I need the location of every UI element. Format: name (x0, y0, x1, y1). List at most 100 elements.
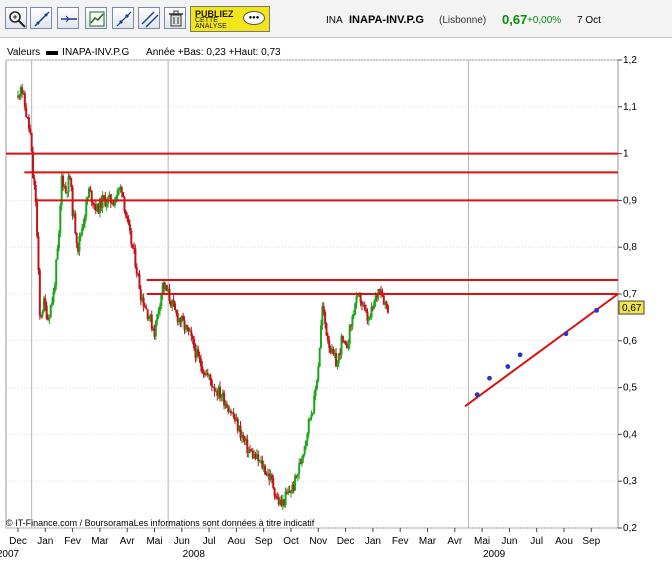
candle-body (273, 488, 276, 497)
candle-body (314, 388, 317, 396)
x-tick-label: Jun (501, 536, 517, 547)
candle-body (37, 236, 40, 271)
candle-body (128, 224, 131, 231)
candle-body (172, 300, 175, 304)
candle-body (290, 492, 292, 494)
candle-body (64, 185, 67, 193)
trendline-touch-point (474, 392, 480, 398)
candle-body (120, 187, 123, 192)
candle-body (33, 178, 36, 186)
candle-body (367, 318, 370, 321)
candle-body (59, 205, 62, 234)
candle-body (370, 306, 373, 318)
candle-body (309, 417, 312, 419)
candle-body (284, 491, 287, 506)
candle-body (363, 304, 366, 310)
x-tick-label: Jun (174, 536, 190, 547)
candle-body (302, 454, 305, 459)
candle-body (45, 305, 48, 319)
candle-body (369, 317, 372, 319)
candle-body (225, 403, 228, 408)
candle-body (62, 175, 65, 188)
candle-body (365, 309, 368, 312)
candle-body (198, 356, 201, 359)
x-tick-label: Jul (530, 536, 543, 547)
x-tick-label: Nov (309, 536, 327, 547)
candle-body (41, 311, 44, 316)
candle-body (298, 463, 301, 474)
trendline-touch-point (594, 307, 599, 313)
candle-body (272, 478, 275, 489)
candle-body (18, 95, 21, 97)
candle-body (55, 259, 58, 286)
candle-body (341, 335, 344, 342)
y-tick-label: 0,4 (623, 429, 637, 440)
candle-body (145, 307, 148, 310)
candle-body (131, 244, 134, 248)
candle-body (111, 202, 114, 205)
candle-body (51, 302, 54, 305)
trendline-touch-point (487, 375, 492, 381)
candle-body (318, 348, 321, 367)
candle-body (135, 267, 138, 274)
candle-body (325, 323, 328, 336)
candle-body (102, 195, 105, 198)
candle-body (276, 497, 279, 499)
y-tick-label: 0,3 (623, 476, 637, 487)
candle-body (351, 315, 354, 327)
x-tick-label: Mar (91, 536, 109, 547)
trendline-touch-point (505, 364, 511, 369)
candle-body (154, 320, 157, 337)
candle-body (219, 386, 222, 398)
x-tick-label: Jul (203, 536, 216, 547)
trendline-touch-point (517, 352, 523, 358)
candle-body (56, 248, 59, 260)
candle-body (213, 387, 216, 392)
candle-body (122, 191, 125, 197)
candle-body (300, 458, 303, 464)
candle-body (378, 288, 381, 291)
x-tick-label: Sep (582, 536, 600, 547)
candle-body (337, 353, 340, 364)
candle-body (307, 418, 310, 434)
candle-body (344, 341, 347, 345)
candle-body (232, 412, 235, 418)
candle-body (67, 176, 70, 193)
candle-body (116, 190, 119, 197)
candle-body (175, 310, 178, 314)
candle-body (313, 395, 316, 413)
candle-body (75, 233, 78, 244)
candle-body (158, 306, 161, 312)
candle-body (242, 434, 245, 438)
candle-body (186, 325, 189, 328)
candle-body (92, 202, 95, 205)
y-tick-label: 0,5 (623, 383, 637, 394)
candle-body (249, 449, 252, 451)
year-label: 2007 (0, 549, 20, 560)
candle-body (182, 316, 185, 321)
candle-body (105, 203, 108, 207)
candle-body (48, 317, 51, 320)
candle-body (347, 343, 350, 349)
candle-body (38, 270, 41, 316)
candle-body (360, 302, 363, 305)
candle-body (354, 303, 357, 315)
y-tick-label: 0,6 (623, 336, 637, 347)
candle-body (85, 200, 88, 217)
candle-body (34, 185, 37, 203)
candle-body (303, 446, 306, 455)
candle-body (89, 188, 92, 191)
candle-body (78, 236, 81, 252)
price-chart[interactable]: 0,2 0,3 0,4 0,5 0,6 0,7 0,8 0,9 1 1,1 1,2 Dec Jan Fev… (0, 0, 672, 561)
candle-body (124, 211, 127, 216)
candle-body (138, 274, 141, 290)
y-tick-label: 1,1 (623, 102, 637, 113)
candle-body (148, 318, 151, 320)
candle-body (118, 189, 121, 191)
y-tick-label: 0,2 (623, 523, 637, 534)
candle-body (142, 297, 145, 307)
candle-body (324, 311, 327, 324)
candle-body (25, 107, 28, 118)
candle-body (320, 325, 323, 349)
candle-body (68, 176, 71, 179)
